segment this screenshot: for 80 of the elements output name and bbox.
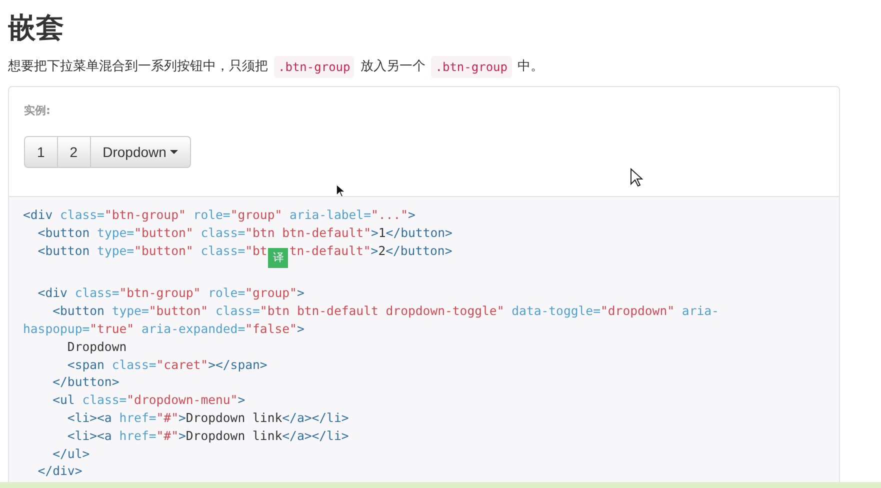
code-text: 2 xyxy=(378,244,386,258)
code-string: "group" xyxy=(245,286,297,300)
code-tag: </button> xyxy=(386,244,452,258)
code-tag: <li><a xyxy=(23,410,112,425)
code-attribute: class= xyxy=(214,304,260,318)
group-button[interactable]: 1 xyxy=(24,136,58,168)
code-attribute: class= xyxy=(110,358,156,372)
intro-text: 想要把下拉菜单混合到一系列按钮中，只须把 xyxy=(8,58,268,76)
code-string: "true" xyxy=(90,322,134,336)
code-attribute: class= xyxy=(200,226,246,240)
code-tag: </a></li> xyxy=(282,428,349,443)
example-label: 实例: xyxy=(24,103,52,118)
code-tag: </div> xyxy=(23,464,82,478)
code-string: "dropdown-menu" xyxy=(126,393,238,408)
code-string: tn-default" xyxy=(289,244,371,258)
inline-code: .btn-group xyxy=(274,56,354,78)
code-tag: </button> xyxy=(23,375,120,390)
code-tag: > xyxy=(408,208,416,222)
code-string: "dropdown" xyxy=(600,304,675,318)
caret-icon xyxy=(170,150,178,154)
code-tag: <button xyxy=(23,244,90,258)
code-attribute: data-toggle= xyxy=(510,304,600,318)
inline-code: .btn-group xyxy=(431,56,512,78)
code-string: "#" xyxy=(156,428,178,443)
code-attribute: class= xyxy=(74,286,120,300)
code-attribute: class= xyxy=(59,208,104,222)
code-tag: </a></li> xyxy=(282,410,349,425)
code-attribute: type= xyxy=(96,244,134,258)
code-attribute: class= xyxy=(200,244,246,258)
code-tag: ></span> xyxy=(208,358,268,372)
code-string: "btn btn-default" xyxy=(245,226,371,240)
code-tag: > xyxy=(296,322,304,336)
code-string: "btn btn-default dropdown-toggle" xyxy=(260,304,504,318)
code-text: 1 xyxy=(378,226,386,240)
intro-text: 中。 xyxy=(518,58,544,76)
group-button[interactable]: 2 xyxy=(56,136,91,168)
code-string: "group" xyxy=(230,208,282,222)
code-attribute: type= xyxy=(96,226,134,240)
intro-text: 放入另一个 xyxy=(360,58,426,76)
code-tag: <span xyxy=(23,358,104,372)
code-tag: > xyxy=(296,286,304,300)
code-tag: <li><a xyxy=(23,428,112,443)
code-tag: > xyxy=(178,428,186,443)
code-attribute: role= xyxy=(207,286,246,300)
code-text: Dropdown link xyxy=(186,428,282,443)
code-attribute: class= xyxy=(81,393,127,408)
code-tag: > xyxy=(238,393,246,408)
code-string: "btn-group" xyxy=(119,286,201,300)
code-string: "bt xyxy=(245,244,268,258)
code-tag: <div xyxy=(23,286,68,300)
code-attribute: aria-label= xyxy=(288,208,371,222)
code-attribute: type= xyxy=(110,304,149,318)
code-tag: <ul xyxy=(23,393,75,408)
code-attribute: haspopup= xyxy=(23,322,90,336)
code-string: "..." xyxy=(370,208,408,222)
code-attribute: aria- xyxy=(680,304,719,318)
code-tag: <button xyxy=(23,304,104,318)
code-string: "btn-group" xyxy=(104,208,186,222)
code-string: "false" xyxy=(245,322,297,336)
code-string: "button" xyxy=(148,304,208,318)
code-attribute: aria-expanded= xyxy=(140,322,246,336)
code-string: "button" xyxy=(134,244,194,258)
code-attribute: href= xyxy=(118,410,156,425)
code-attribute: href= xyxy=(118,428,156,443)
cursor-icon xyxy=(630,168,643,188)
code-tag: > xyxy=(178,410,186,425)
code-text: Dropdown xyxy=(66,340,127,354)
dropdown-button[interactable]: Dropdown xyxy=(90,136,192,168)
code-attribute: role= xyxy=(192,208,230,222)
page-heading: 嵌套 xyxy=(7,10,65,46)
code-string: "#" xyxy=(156,410,178,425)
code-tag: > xyxy=(370,244,378,258)
code-string: "caret" xyxy=(156,358,208,372)
code-tag: > xyxy=(370,226,378,240)
code-tag: </ul> xyxy=(23,446,90,461)
code-tag: <button xyxy=(23,226,90,240)
code-tag: </button> xyxy=(386,226,452,240)
code-tag: <div xyxy=(23,208,53,222)
code-string: "button" xyxy=(134,226,194,240)
code-text: Dropdown link xyxy=(186,410,282,425)
